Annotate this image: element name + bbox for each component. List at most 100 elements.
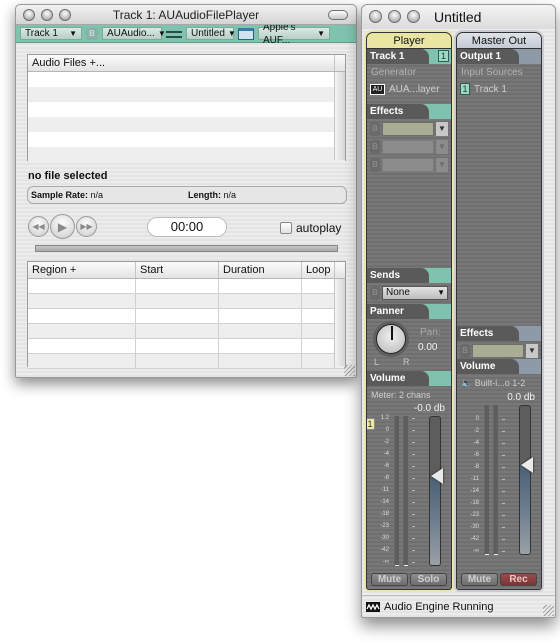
volume-db-readout: -0.0 db (413, 403, 445, 414)
effect-bypass-button[interactable]: B (370, 140, 380, 154)
meter-scale-label: -42 (380, 547, 389, 553)
meter-scale-label: -4 (473, 440, 479, 446)
master-volume-tab[interactable]: Volume (457, 359, 541, 374)
pan-knob[interactable] (376, 324, 406, 354)
close-button[interactable] (369, 10, 382, 23)
rewind-button[interactable]: ◀◀ (28, 216, 49, 237)
list-item[interactable] (28, 72, 345, 87)
table-row[interactable] (28, 339, 345, 354)
column-header-loop[interactable]: Loop (302, 262, 335, 278)
mute-button[interactable]: Mute (371, 573, 408, 586)
table-row[interactable] (28, 279, 345, 294)
audio-files-column-header[interactable]: Audio Files +... (28, 55, 335, 71)
list-item[interactable] (28, 132, 345, 147)
list-item[interactable] (28, 147, 345, 162)
volume-tab[interactable]: Volume (367, 371, 451, 386)
master-volume-db-readout: 0.0 db (507, 392, 535, 403)
autoplay-toggle[interactable]: autoplay (280, 221, 341, 235)
output-device[interactable]: 🔈 Built-i...o 1-2 (457, 374, 541, 389)
master-mute-button[interactable]: Mute (461, 573, 498, 586)
close-button[interactable] (23, 9, 35, 21)
playback-progress-bar[interactable] (35, 245, 338, 252)
send-bypass-button[interactable]: B (370, 286, 380, 300)
pan-left-label: L (374, 357, 380, 367)
table-row[interactable] (28, 354, 345, 369)
chevron-down-icon[interactable]: ▼ (526, 344, 538, 358)
master-fader-track[interactable] (519, 405, 531, 555)
bypass-icon[interactable]: B (86, 27, 98, 40)
file-player-titlebar[interactable]: Track 1: AUAudioFilePlayer (16, 5, 356, 25)
chevron-down-icon[interactable]: ▼ (436, 140, 448, 154)
sends-tab[interactable]: Sends (367, 268, 451, 283)
chevron-down-icon[interactable]: ▼ (436, 122, 448, 136)
effect-bypass-button[interactable]: B (460, 344, 470, 358)
length-label: Length: (188, 190, 221, 200)
effect-bypass-button[interactable]: B (370, 122, 380, 136)
effects-tab[interactable]: Effects (367, 104, 451, 119)
track-popup[interactable]: Track 1 ▼ (20, 27, 82, 40)
mixer-window: Untitled Player Track 1 1 Generator AU A… (361, 4, 556, 618)
file-status: no file selected (28, 170, 108, 182)
master-fader-thumb[interactable] (521, 457, 533, 474)
volume-fader-fill (430, 476, 440, 565)
table-row[interactable] (28, 324, 345, 339)
ui-view-popup[interactable]: Apple's AUF... ▼ (258, 22, 330, 46)
regions-table[interactable]: Region + Start Duration Loop (27, 261, 346, 369)
volume-fader-track[interactable] (429, 416, 441, 566)
meter-scale-tick (412, 466, 415, 467)
track-tab[interactable]: Track 1 1 (367, 49, 451, 64)
column-header-duration[interactable]: Duration (219, 262, 302, 278)
autoplay-checkbox[interactable] (280, 222, 292, 234)
mixer-titlebar[interactable]: Untitled (362, 5, 555, 29)
meter-scale-tick (412, 538, 415, 539)
meter-scale-label: 0 (475, 416, 479, 422)
effect-popup[interactable] (472, 344, 524, 358)
toolbar-toggle-button[interactable] (328, 10, 348, 20)
meter-scale-tick (412, 550, 415, 551)
minimize-button[interactable] (41, 9, 53, 21)
fast-forward-button[interactable]: ▶▶ (76, 216, 97, 237)
column-header-region[interactable]: Region + (28, 262, 136, 278)
table-row[interactable] (28, 294, 345, 309)
generator-unit[interactable]: AU AUA...layer (367, 78, 451, 95)
effect-bypass-button[interactable]: B (370, 158, 380, 172)
record-button[interactable]: Rec (500, 573, 537, 586)
panner-tab[interactable]: Panner (367, 304, 451, 319)
resize-grip-icon[interactable] (344, 365, 355, 376)
chevron-down-icon: ▼ (437, 288, 445, 297)
input-source-item[interactable]: 1 Track 1 (457, 78, 541, 95)
meter-scale-label: -6 (473, 452, 479, 458)
audio-files-body (28, 72, 345, 162)
audio-files-list[interactable]: Audio Files +... (27, 54, 346, 162)
zoom-button[interactable] (59, 9, 71, 21)
zoom-button[interactable] (407, 10, 420, 23)
meter-scale-tick (502, 455, 505, 456)
audio-files-scrollbar[interactable] (334, 72, 345, 160)
volume-fader-thumb[interactable] (431, 468, 443, 485)
master-strip-header: Master Out (457, 33, 541, 49)
regions-scrollbar[interactable] (334, 279, 345, 366)
solo-button[interactable]: Solo (410, 573, 447, 586)
effect-popup[interactable] (382, 122, 434, 136)
generator-label: Generator (371, 67, 417, 78)
chevron-down-icon[interactable]: ▼ (436, 158, 448, 172)
play-button[interactable]: ▶ (50, 214, 75, 239)
column-header-start[interactable]: Start (136, 262, 219, 278)
list-item[interactable] (28, 87, 345, 102)
preset-popup[interactable]: Untitled ▼ (186, 27, 236, 40)
panner-section: L R Pan: 0.00 (367, 319, 451, 371)
master-fader-fill (520, 465, 530, 554)
length-value: n/a (223, 190, 237, 200)
effect-popup[interactable] (382, 140, 434, 154)
output-tab[interactable]: Output 1 (457, 49, 541, 64)
sends-popup[interactable]: None ▼ (382, 286, 448, 300)
table-row[interactable] (28, 309, 345, 324)
minimize-button[interactable] (388, 10, 401, 23)
list-item[interactable] (28, 117, 345, 132)
master-effects-tab[interactable]: Effects (457, 326, 541, 341)
unit-popup[interactable]: AUAudio... ▼ (102, 27, 166, 40)
resize-grip-icon[interactable] (543, 605, 554, 616)
effect-slot-2: B ▼ (367, 137, 451, 155)
list-item[interactable] (28, 102, 345, 117)
effect-popup[interactable] (382, 158, 434, 172)
